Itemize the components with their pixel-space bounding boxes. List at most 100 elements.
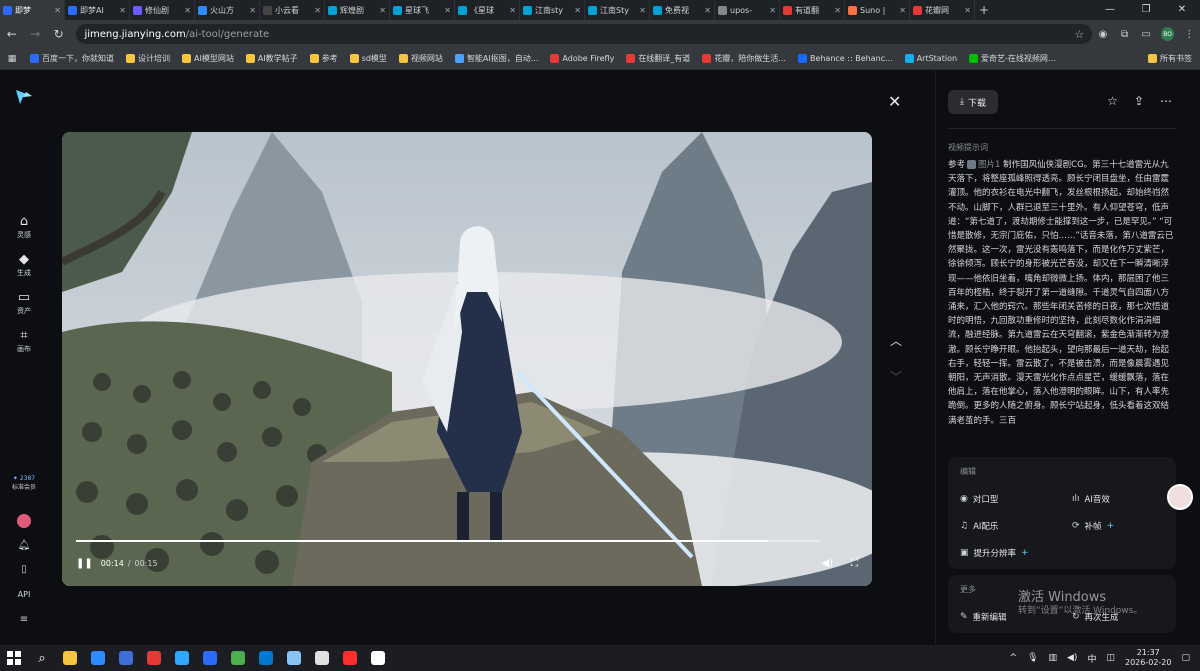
menu-icon[interactable]: ⋮ xyxy=(1178,29,1200,40)
bookmark-item[interactable]: sd模型 xyxy=(349,53,387,64)
all-bookmarks-button[interactable]: 所有书签 xyxy=(1148,53,1192,64)
upscale-button[interactable]: ▣ 提升分辨率 + xyxy=(960,547,1029,559)
close-window-button[interactable]: ✕ xyxy=(1164,0,1200,20)
sidebar-item-assets[interactable]: ▭ 资产 xyxy=(0,290,48,316)
bookmark-item[interactable]: AI模型网站 xyxy=(182,53,234,64)
extension-icon[interactable]: ◉ xyxy=(1092,29,1114,40)
previous-chevron-icon[interactable]: ︿ xyxy=(890,332,902,349)
bookmark-item[interactable]: 参考 xyxy=(309,53,338,64)
taskbar-app-icon[interactable] xyxy=(224,645,252,671)
volume-icon[interactable]: ◀︎) xyxy=(821,558,833,569)
close-tab-icon[interactable]: ✕ xyxy=(704,6,711,15)
sidebar-item-canvas[interactable]: ⌗ 画布 xyxy=(0,328,48,354)
taskbar-app-icon[interactable] xyxy=(84,645,112,671)
taskbar-app-icon[interactable] xyxy=(308,645,336,671)
browser-tab[interactable]: Suno | ✕ xyxy=(845,0,910,20)
apps-grid-icon[interactable]: ▦ xyxy=(6,54,18,64)
re-edit-button[interactable]: ✎ 重新编辑 xyxy=(960,611,1007,623)
browser-tab[interactable]: upos- ✕ xyxy=(715,0,780,20)
taskbar-app-icon[interactable] xyxy=(140,645,168,671)
bookmark-item[interactable]: 在线翻译_有道 xyxy=(626,53,690,64)
volume-tray-icon[interactable]: ◀︎) xyxy=(1067,653,1077,663)
maximize-button[interactable]: ❐ xyxy=(1128,0,1164,20)
taskbar-app-icon[interactable] xyxy=(196,645,224,671)
fullscreen-icon[interactable]: ⛶ xyxy=(851,558,858,569)
clock[interactable]: 21:37 2026-02-20 xyxy=(1125,648,1172,668)
url-input[interactable]: jimeng.jianying.com/ai-tool/generate ☆ xyxy=(76,24,1093,44)
browser-tab[interactable]: 《星球 ✕ xyxy=(455,0,520,20)
close-tab-icon[interactable]: ✕ xyxy=(119,6,126,15)
network-icon[interactable]: ▥ xyxy=(1049,653,1058,663)
bookmark-item[interactable]: 花瓣，陪你做生活... xyxy=(702,53,786,64)
close-icon[interactable]: ✕ xyxy=(888,92,901,111)
browser-tab[interactable]: 即梦 ✕ xyxy=(0,0,65,20)
ai-music-button[interactable]: ♫ AI配乐 xyxy=(960,520,998,532)
taskbar-app-icon[interactable] xyxy=(112,645,140,671)
profile-avatar[interactable]: BO xyxy=(1160,27,1175,41)
bookmark-item[interactable]: ArtStation xyxy=(904,53,957,64)
bookmark-item[interactable]: Behance :: Behanc... xyxy=(797,53,893,64)
close-tab-icon[interactable]: ✕ xyxy=(899,6,906,15)
notification-bell-icon[interactable]: 🔔︎ xyxy=(0,540,48,551)
browser-tab[interactable]: 辉煌剧 ✕ xyxy=(325,0,390,20)
reference-thumbnail[interactable] xyxy=(967,160,977,169)
search-icon[interactable]: ⌕ xyxy=(28,645,56,671)
browser-tab[interactable]: 免费视 ✕ xyxy=(650,0,715,20)
taskbar-app-icon[interactable] xyxy=(364,645,392,671)
close-tab-icon[interactable]: ✕ xyxy=(379,6,386,15)
close-tab-icon[interactable]: ✕ xyxy=(444,6,451,15)
bookmark-item[interactable]: Adobe Firefly xyxy=(550,53,614,64)
sidepanel-icon[interactable]: ▭ xyxy=(1135,29,1157,40)
puzzle-icon[interactable]: ⧉ xyxy=(1114,29,1136,40)
browser-tab[interactable]: 火山方 ✕ xyxy=(195,0,260,20)
close-tab-icon[interactable]: ✕ xyxy=(639,6,646,15)
language-indicator[interactable]: 中 xyxy=(1087,652,1096,665)
start-windows-icon[interactable] xyxy=(0,645,28,671)
device-icon[interactable]: ▯ xyxy=(0,564,48,575)
more-menu-icon[interactable]: ≡ xyxy=(0,614,48,625)
more-icon[interactable]: ⋯ xyxy=(1160,94,1172,108)
credits-badge[interactable]: ✦ 2387 标准会员 xyxy=(4,474,44,492)
back-icon[interactable]: ← xyxy=(0,27,23,41)
lip-sync-button[interactable]: ◉ 对口型 xyxy=(960,493,998,505)
browser-tab[interactable]: 即梦AI ✕ xyxy=(65,0,130,20)
chevron-up-icon[interactable]: ^ xyxy=(1010,653,1018,663)
bookmark-item[interactable]: 百度一下，你就知道 xyxy=(30,53,114,64)
assistant-avatar[interactable] xyxy=(1167,484,1193,510)
bookmark-star-icon[interactable]: ☆ xyxy=(1074,28,1084,41)
close-tab-icon[interactable]: ✕ xyxy=(184,6,191,15)
close-tab-icon[interactable]: ✕ xyxy=(574,6,581,15)
taskbar-app-icon[interactable] xyxy=(336,645,364,671)
sidebar-item-inspiration[interactable]: ⌂ 灵感 xyxy=(0,214,48,240)
reload-icon[interactable]: ↻ xyxy=(47,27,70,41)
browser-tab[interactable]: 花瓣网 ✕ xyxy=(910,0,975,20)
api-link[interactable]: API xyxy=(0,590,48,599)
taskbar-app-icon[interactable] xyxy=(168,645,196,671)
share-icon[interactable]: ⇪ xyxy=(1134,94,1144,108)
next-chevron-icon[interactable]: ﹀ xyxy=(890,368,902,385)
bookmark-item[interactable]: 爱奇艺-在线视频网... xyxy=(969,53,1056,64)
close-tab-icon[interactable]: ✕ xyxy=(834,6,841,15)
close-tab-icon[interactable]: ✕ xyxy=(314,6,321,15)
bookmark-item[interactable]: AI教学帖子 xyxy=(245,53,298,64)
ai-sound-button[interactable]: ılı AI音效 xyxy=(1072,493,1110,505)
progress-bar[interactable] xyxy=(76,540,820,542)
close-tab-icon[interactable]: ✕ xyxy=(964,6,971,15)
taskbar-app-icon[interactable] xyxy=(280,645,308,671)
microphone-icon[interactable]: 🎙︎ xyxy=(1027,653,1038,663)
close-tab-icon[interactable]: ✕ xyxy=(769,6,776,15)
browser-tab[interactable]: 江南sty ✕ xyxy=(520,0,585,20)
jimeng-logo-icon[interactable] xyxy=(14,86,34,106)
download-button[interactable]: ⤓ 下载 xyxy=(948,90,998,114)
browser-tab[interactable]: 有道翻 ✕ xyxy=(780,0,845,20)
taskbar-app-icon[interactable] xyxy=(56,645,84,671)
close-tab-icon[interactable]: ✕ xyxy=(249,6,256,15)
notification-icon[interactable]: ▢ xyxy=(1181,653,1190,663)
bookmark-item[interactable]: 设计培训 xyxy=(126,53,170,64)
browser-tab[interactable]: 小云看 ✕ xyxy=(260,0,325,20)
close-tab-icon[interactable]: ✕ xyxy=(509,6,516,15)
browser-tab[interactable]: 星球飞 ✕ xyxy=(390,0,455,20)
user-avatar[interactable] xyxy=(17,514,31,528)
bookmark-item[interactable]: 视频网站 xyxy=(398,53,443,64)
frame-interp-button[interactable]: ⟳ 补帧 + xyxy=(1072,520,1114,532)
